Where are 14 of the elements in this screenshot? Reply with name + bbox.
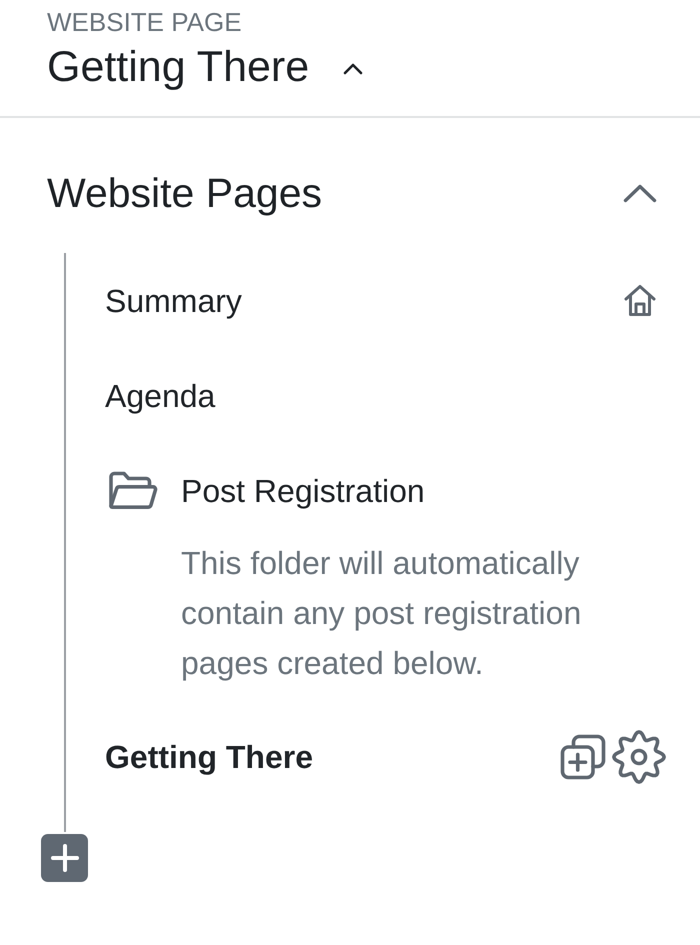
section-title: Website Pages [47, 169, 322, 218]
duplicate-icon[interactable] [559, 732, 607, 780]
page-title-dropdown[interactable]: Getting There [47, 41, 364, 93]
folder-description: This folder will automatically contain any post registration pages created below. [181, 544, 582, 683]
chevron-icon[interactable] [623, 184, 657, 202]
folder-link[interactable]: Post Registration [181, 470, 425, 510]
page-link[interactable]: Agenda [105, 376, 216, 416]
page-link[interactable]: Getting There [105, 736, 314, 776]
page-type-label: WEBSITE PAGE [47, 7, 242, 37]
folder-icon [107, 470, 159, 511]
page-link[interactable]: Summary [105, 280, 242, 320]
plus-icon [50, 843, 80, 873]
settings-icon[interactable] [610, 728, 668, 784]
add-page-button[interactable] [41, 834, 88, 882]
